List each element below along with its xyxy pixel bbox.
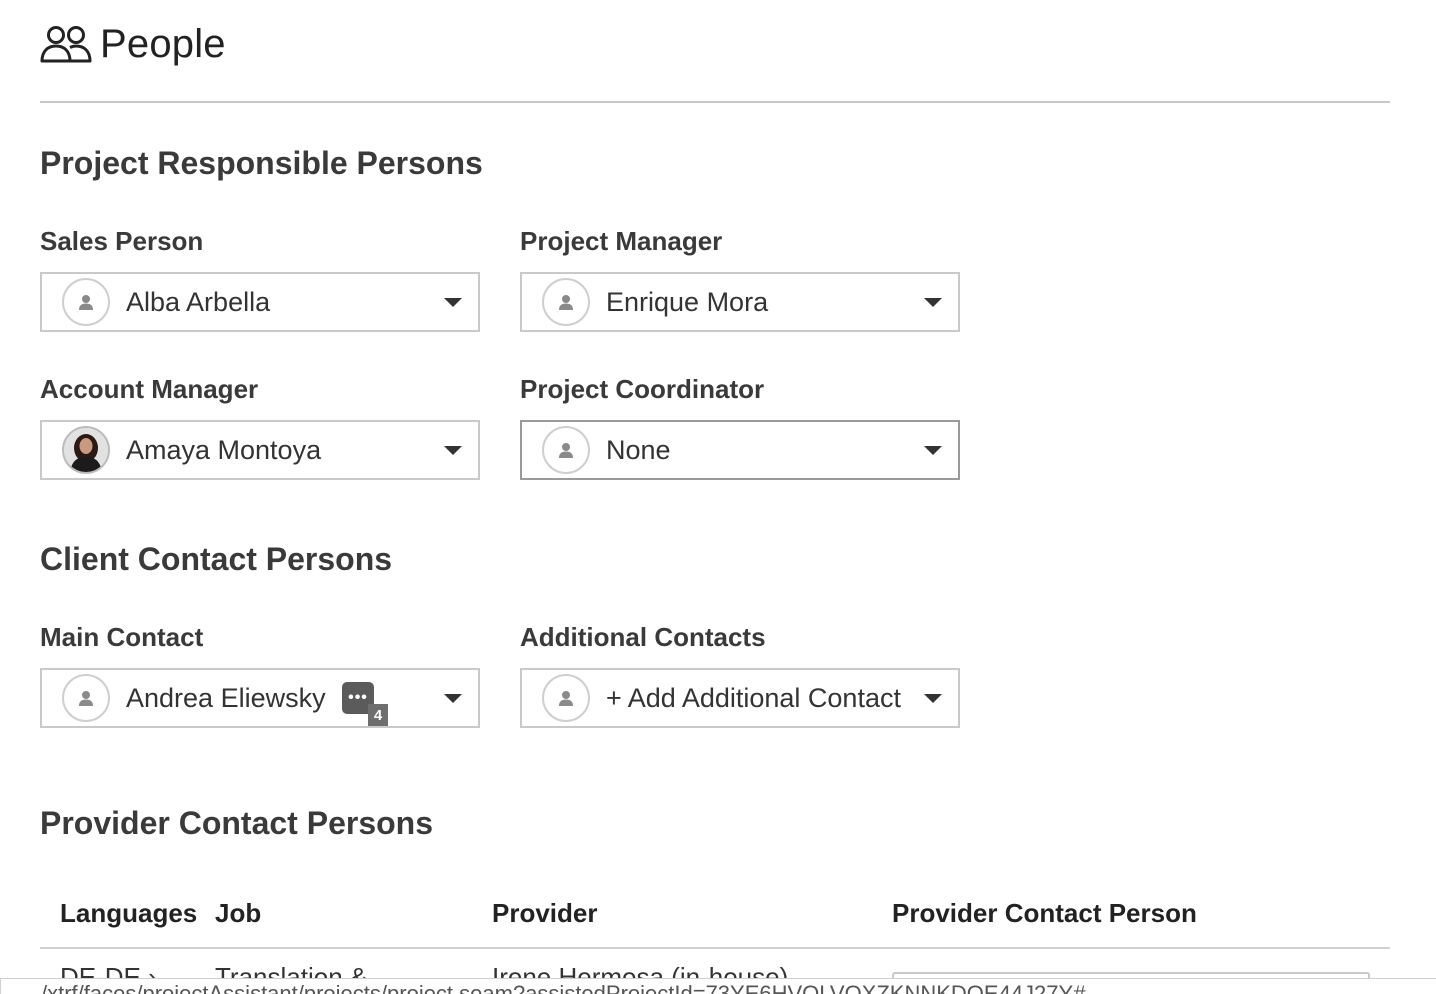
chevron-down-icon[interactable] (444, 694, 462, 703)
main-contact-label: Main Contact (40, 622, 204, 652)
sales-person-value: Alba Arbella (126, 286, 271, 317)
chevron-down-icon[interactable] (924, 446, 942, 455)
account-manager-select[interactable]: Amaya Montoya (40, 420, 480, 480)
project-coordinator-select[interactable]: None (520, 420, 960, 480)
header-divider (40, 101, 1390, 103)
project-manager-label: Project Manager (520, 226, 723, 256)
project-coordinator-label: Project Coordinator (520, 374, 765, 404)
page-title: People (100, 21, 226, 66)
user-icon (559, 691, 573, 706)
avatar (62, 674, 110, 722)
column-header-job[interactable]: Job (215, 898, 261, 929)
additional-contacts-label: Additional Contacts (520, 622, 766, 652)
section-title-provider: Provider Contact Persons (40, 805, 433, 841)
user-icon (559, 295, 573, 310)
additional-contacts-select[interactable]: + Add Additional Contact (520, 668, 960, 728)
project-manager-select[interactable]: Enrique Mora (520, 272, 960, 332)
main-contact-value: Andrea Eliewsky (126, 682, 326, 713)
comment-count: 4 (368, 704, 388, 726)
user-icon (559, 443, 573, 458)
chevron-down-icon[interactable] (924, 694, 942, 703)
avatar (542, 674, 590, 722)
chevron-down-icon[interactable] (444, 446, 462, 455)
chevron-down-icon[interactable] (924, 298, 942, 307)
profile-photo (64, 428, 108, 472)
section-title-client: Client Contact Persons (40, 541, 393, 577)
status-url: /xtrf/faces/projectAssistant/projects/pr… (41, 981, 1086, 994)
main-contact-select[interactable]: Andrea Eliewsky ••• 4 (40, 668, 480, 728)
avatar-photo (62, 426, 110, 474)
project-coordinator-value: None (606, 434, 671, 465)
comment-badge[interactable]: ••• 4 (342, 682, 388, 726)
avatar (542, 426, 590, 474)
account-manager-value: Amaya Montoya (126, 434, 322, 465)
people-icon (40, 26, 92, 63)
project-manager-value: Enrique Mora (606, 286, 769, 317)
avatar (542, 278, 590, 326)
chevron-down-icon[interactable] (444, 298, 462, 307)
column-header-languages[interactable]: Languages (60, 898, 197, 929)
sales-person-label: Sales Person (40, 226, 204, 256)
page-header: People (40, 18, 226, 70)
browser-status-bar: /xtrf/faces/projectAssistant/projects/pr… (0, 978, 1436, 994)
sales-person-select[interactable]: Alba Arbella (40, 272, 480, 332)
user-icon (79, 691, 93, 706)
account-manager-label: Account Manager (40, 374, 259, 404)
table-header-divider (40, 947, 1390, 949)
column-header-provider-contact[interactable]: Provider Contact Person (892, 898, 1197, 929)
avatar (62, 278, 110, 326)
column-header-provider[interactable]: Provider (492, 898, 598, 929)
section-title-responsible: Project Responsible Persons (40, 145, 483, 181)
add-additional-contact[interactable]: + Add Additional Contact (606, 683, 901, 714)
user-icon (79, 295, 93, 310)
